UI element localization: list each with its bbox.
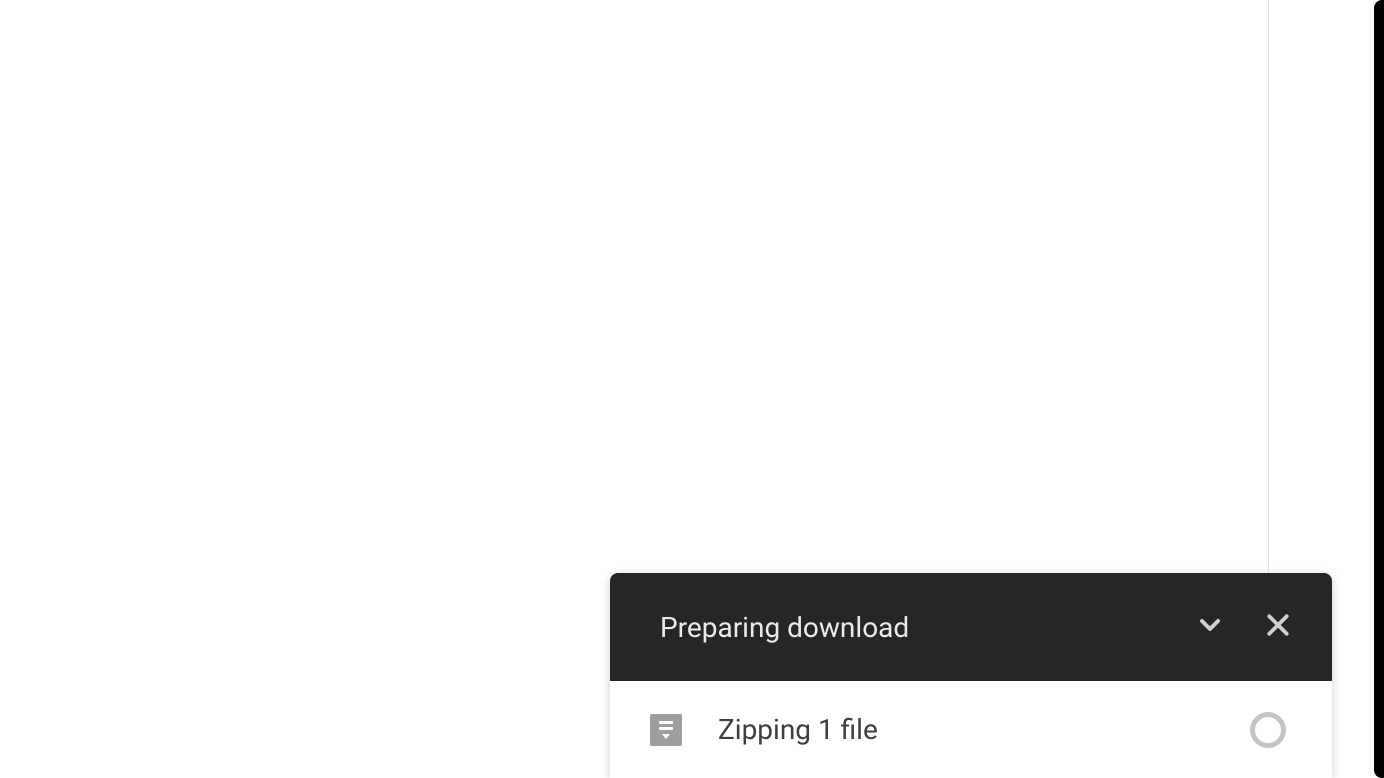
toast-title: Preparing download <box>660 611 1166 644</box>
collapse-button[interactable] <box>1186 603 1234 651</box>
close-icon <box>1263 610 1293 644</box>
toast-body: Zipping 1 file <box>610 681 1332 778</box>
close-button[interactable] <box>1254 603 1302 651</box>
progress-spinner-icon <box>1250 712 1286 748</box>
archive-file-icon <box>650 714 682 746</box>
right-edge-panel <box>1374 0 1384 778</box>
toast-status-text: Zipping 1 file <box>718 713 1214 746</box>
chevron-down-icon <box>1194 609 1226 645</box>
toast-header: Preparing download <box>610 573 1332 681</box>
download-toast: Preparing download Zip <box>610 573 1332 778</box>
